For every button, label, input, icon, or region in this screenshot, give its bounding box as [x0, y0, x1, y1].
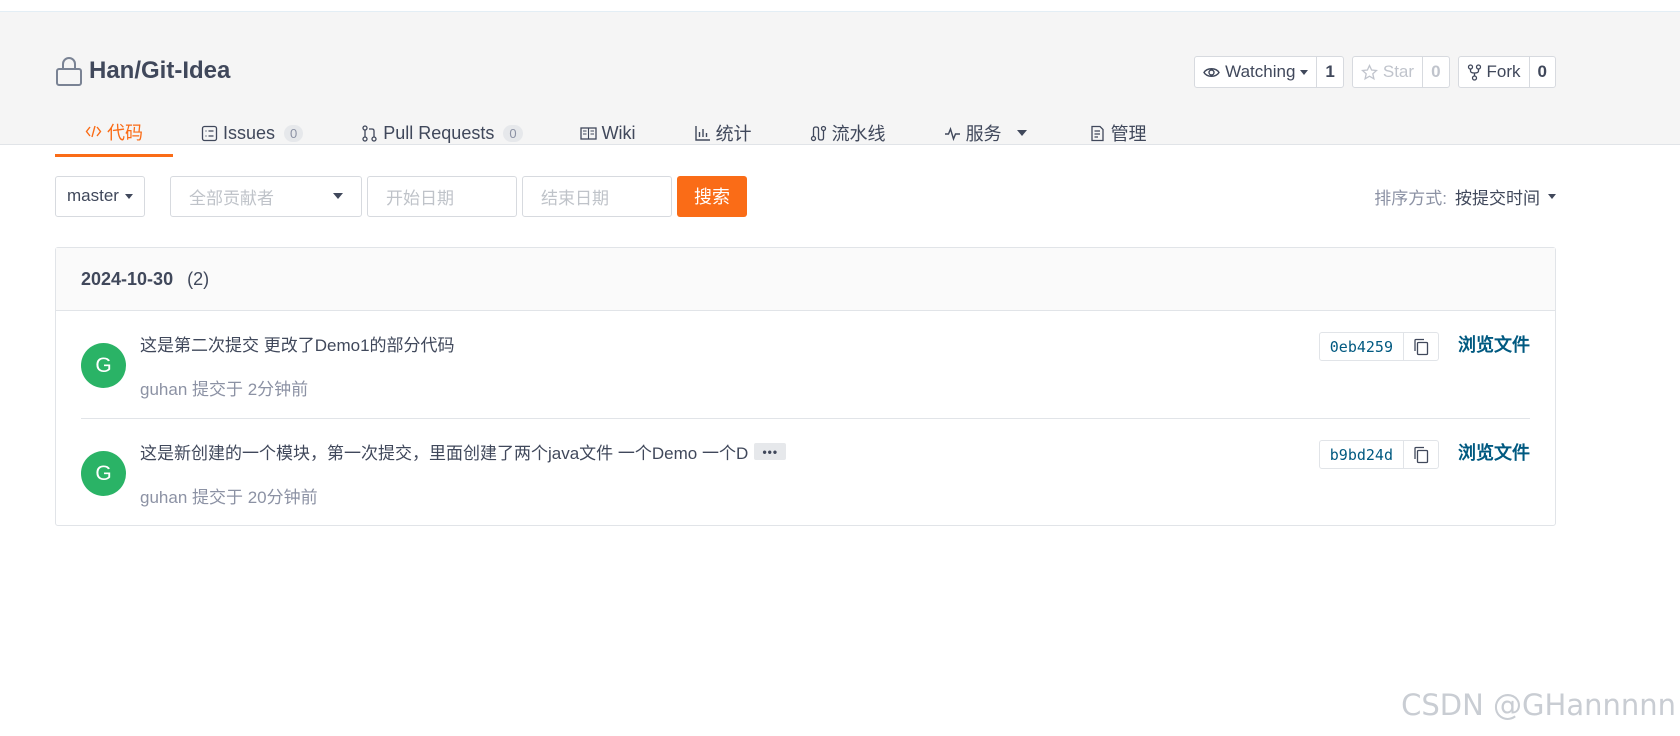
commit-date: 2024-10-30: [81, 268, 174, 289]
star-button[interactable]: Star 0: [1351, 56, 1450, 88]
sort-value: 按提交时间: [1455, 188, 1540, 208]
avatar[interactable]: G: [81, 343, 126, 388]
star-count[interactable]: 0: [1422, 57, 1448, 87]
commit-sha: 0eb4259: [1318, 332, 1439, 361]
branch-select[interactable]: master: [55, 175, 145, 217]
copy-button[interactable]: [1403, 441, 1438, 468]
repo-actions: Watching 1 Star 0 Fork 0: [1194, 56, 1556, 88]
contributor-placeholder: 全部贡献者: [189, 188, 274, 208]
issues-count-badge: 0: [284, 124, 304, 142]
commit-meta: guhan 提交于 2分钟前: [140, 380, 309, 399]
manage-icon: [1090, 125, 1104, 141]
tab-code[interactable]: 代码: [55, 109, 173, 157]
start-date-input[interactable]: 开始日期: [367, 175, 517, 217]
copy-icon: [1414, 446, 1429, 463]
issues-icon: [201, 125, 218, 141]
watch-label: Watching: [1225, 62, 1296, 81]
commit-row: G 这是新创建的一个模块，第一次提交，里面创建了两个java文件 一个Demo …: [81, 418, 1530, 525]
pipeline-icon: [810, 125, 826, 141]
sort-control: 排序方式: 按提交时间: [1374, 175, 1556, 217]
tab-wiki-label: Wiki: [601, 122, 636, 143]
watch-count[interactable]: 1: [1316, 57, 1342, 87]
tab-services-label: 服务: [965, 124, 1002, 144]
lock-icon: [56, 57, 82, 86]
caret-down-icon: [1016, 130, 1027, 136]
commit-filter-bar: master 全部贡献者 开始日期 结束日期 搜索: [55, 175, 747, 217]
sha-link[interactable]: 0eb4259: [1320, 338, 1403, 356]
commit-date-header: 2024-10-30 (2): [56, 248, 1555, 311]
watch-button[interactable]: Watching 1: [1194, 56, 1344, 88]
fork-count[interactable]: 0: [1528, 57, 1555, 87]
tab-services[interactable]: 服务: [944, 109, 1027, 157]
commit-message-text: 这是第二次提交 更改了Demo1的部分代码: [140, 336, 455, 355]
start-date-placeholder: 开始日期: [386, 188, 454, 208]
sort-select[interactable]: 按提交时间: [1455, 184, 1556, 209]
commit-sha: b9bd24d: [1318, 440, 1439, 469]
commit-message[interactable]: 这是第二次提交 更改了Demo1的部分代码: [140, 331, 455, 356]
caret-down-icon: [333, 193, 343, 199]
repo-title: Han/Git-Idea: [55, 56, 230, 86]
copy-button[interactable]: [1403, 333, 1438, 360]
star-icon: [1360, 63, 1378, 80]
branch-value: master: [67, 186, 119, 205]
tab-pipeline[interactable]: 流水线: [810, 109, 886, 157]
tab-stats-label: 统计: [715, 124, 752, 144]
tab-stats[interactable]: 统计: [694, 109, 752, 157]
contributor-select[interactable]: 全部贡献者: [170, 175, 362, 217]
tab-issues-label: Issues: [223, 122, 276, 143]
tab-pull-requests[interactable]: Pull Requests 0: [361, 109, 523, 157]
caret-down-icon: [1300, 69, 1309, 75]
watermark: CSDN @GHannnnn: [1401, 688, 1676, 722]
tab-pipeline-label: 流水线: [831, 124, 886, 144]
pr-count-badge: 0: [503, 124, 523, 142]
sort-label: 排序方式:: [1374, 188, 1447, 208]
fork-icon: [1467, 63, 1481, 81]
sha-link[interactable]: b9bd24d: [1320, 446, 1403, 464]
tab-wiki[interactable]: Wiki: [579, 109, 636, 157]
expand-message-button[interactable]: •••: [754, 443, 787, 460]
repo-tabs: 代码 Issues 0 Pull Requests 0 Wiki 统计 流水线 …: [55, 109, 1147, 157]
repo-name[interactable]: Han/Git-Idea: [89, 57, 230, 85]
commit-list: 2024-10-30 (2) G 这是第二次提交 更改了Demo1的部分代码 g…: [55, 247, 1556, 526]
commit-count: (2): [187, 268, 210, 289]
tab-issues[interactable]: Issues 0: [201, 109, 304, 157]
avatar[interactable]: G: [81, 451, 126, 496]
tab-manage[interactable]: 管理: [1089, 109, 1147, 157]
browse-files-link[interactable]: 浏览文件: [1458, 439, 1530, 465]
tab-code-label: 代码: [107, 122, 143, 143]
end-date-input[interactable]: 结束日期: [522, 175, 672, 217]
tab-pull-requests-label: Pull Requests: [383, 122, 495, 143]
caret-down-icon: [124, 193, 133, 199]
browse-files-link[interactable]: 浏览文件: [1458, 331, 1530, 357]
fork-button[interactable]: Fork 0: [1457, 56, 1556, 88]
repo-header: Han/Git-Idea Watching 1 Star 0 Fork 0 代码…: [0, 12, 1680, 157]
end-date-placeholder: 结束日期: [541, 188, 609, 208]
commit-message-text: 这是新创建的一个模块，第一次提交，里面创建了两个java文件 一个Demo 一个…: [140, 444, 749, 463]
bar-chart-icon: [694, 125, 710, 141]
wiki-icon: [579, 126, 597, 140]
commit-meta: guhan 提交于 20分钟前: [140, 488, 318, 507]
pull-request-icon: [362, 124, 377, 142]
tab-manage-label: 管理: [1110, 124, 1147, 144]
commit-message[interactable]: 这是新创建的一个模块，第一次提交，里面创建了两个java文件 一个Demo 一个…: [140, 439, 787, 464]
pulse-icon: [944, 126, 960, 141]
copy-icon: [1414, 338, 1429, 355]
fork-label: Fork: [1486, 62, 1521, 81]
commit-row: G 这是第二次提交 更改了Demo1的部分代码 guhan 提交于 2分钟前 0…: [81, 311, 1530, 418]
search-button[interactable]: 搜索: [677, 175, 747, 217]
star-label: Star: [1382, 62, 1415, 81]
top-strip: [0, 0, 1680, 12]
eye-icon: [1203, 67, 1220, 77]
code-icon: [85, 125, 102, 138]
caret-down-icon: [1548, 193, 1556, 199]
